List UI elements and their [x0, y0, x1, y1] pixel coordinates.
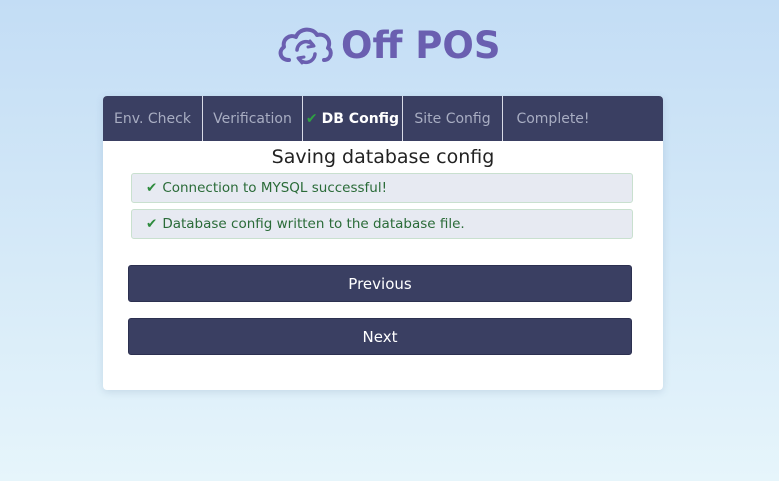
step-label: Complete!	[516, 110, 590, 127]
step-complete[interactable]: Complete!	[503, 96, 663, 141]
next-button[interactable]: Next	[128, 318, 632, 355]
logo-text: Off POS	[341, 23, 501, 67]
step-verification[interactable]: Verification	[203, 96, 303, 141]
check-icon: ✔	[305, 110, 318, 127]
message-text: Connection to MYSQL successful!	[162, 180, 388, 196]
wizard-steps-nav: Env. Check Verification ✔ DB Config Site…	[103, 96, 663, 141]
step-label: Env. Check	[114, 110, 191, 127]
success-message: ✔ Connection to MYSQL successful!	[131, 173, 633, 203]
brand-logo: Off POS	[275, 20, 501, 70]
cloud-sync-icon	[278, 27, 333, 65]
step-site-config[interactable]: Site Config	[403, 96, 503, 141]
step-env-check[interactable]: Env. Check	[103, 96, 203, 141]
message-text: Database config written to the database …	[162, 216, 465, 232]
step-db-config[interactable]: ✔ DB Config	[303, 96, 403, 141]
check-icon: ✔	[146, 180, 158, 196]
previous-button[interactable]: Previous	[128, 265, 632, 302]
step-label: DB Config	[321, 110, 400, 127]
check-icon: ✔	[146, 216, 158, 232]
success-message: ✔ Database config written to the databas…	[131, 209, 633, 239]
step-label: Site Config	[414, 110, 491, 127]
page-title: Saving database config	[271, 146, 495, 168]
install-wizard-card: Env. Check Verification ✔ DB Config Site…	[103, 96, 663, 390]
step-label: Verification	[213, 110, 292, 127]
